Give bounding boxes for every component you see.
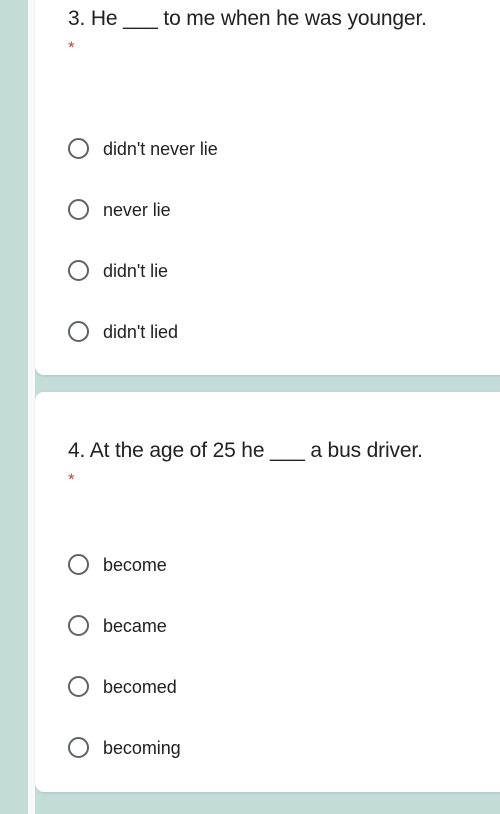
option-label: becoming <box>103 737 181 758</box>
radio-button-icon[interactable] <box>68 676 89 697</box>
option-label: didn't never lie <box>103 138 218 159</box>
option-row[interactable]: becoming <box>68 717 500 778</box>
question-card-4: 4. At the age of 25 he ___ a bus driver.… <box>35 392 500 792</box>
option-label: became <box>103 615 167 636</box>
radio-button-icon[interactable] <box>68 260 89 281</box>
radio-button-icon[interactable] <box>68 554 89 575</box>
question-text-4: 4. At the age of 25 he ___ a bus driver. <box>68 439 423 462</box>
option-label: never lie <box>103 199 171 220</box>
required-marker-4: * <box>68 470 75 489</box>
radio-button-icon[interactable] <box>68 615 89 636</box>
options-list-3: didn't never lie never lie didn't lie di… <box>68 118 500 362</box>
radio-button-icon[interactable] <box>68 321 89 342</box>
option-row[interactable]: becomed <box>68 656 500 717</box>
option-row[interactable]: become <box>68 534 500 595</box>
required-marker-3: * <box>68 38 75 57</box>
radio-button-icon[interactable] <box>68 199 89 220</box>
radio-button-icon[interactable] <box>68 737 89 758</box>
option-row[interactable]: didn't lie <box>68 240 500 301</box>
option-row[interactable]: didn't lied <box>68 301 500 362</box>
option-row[interactable]: became <box>68 595 500 656</box>
question-card-3: 3. He ___ to me when he was younger. * d… <box>35 0 500 375</box>
option-label: didn't lied <box>103 321 178 342</box>
left-gutter <box>28 0 35 814</box>
option-label: becomed <box>103 676 177 697</box>
option-row[interactable]: didn't never lie <box>68 118 500 179</box>
options-list-4: become became becomed becoming <box>68 534 500 778</box>
option-label: become <box>103 554 167 575</box>
option-label: didn't lie <box>103 260 168 281</box>
radio-button-icon[interactable] <box>68 138 89 159</box>
option-row[interactable]: never lie <box>68 179 500 240</box>
question-text-3: 3. He ___ to me when he was younger. <box>68 7 427 30</box>
